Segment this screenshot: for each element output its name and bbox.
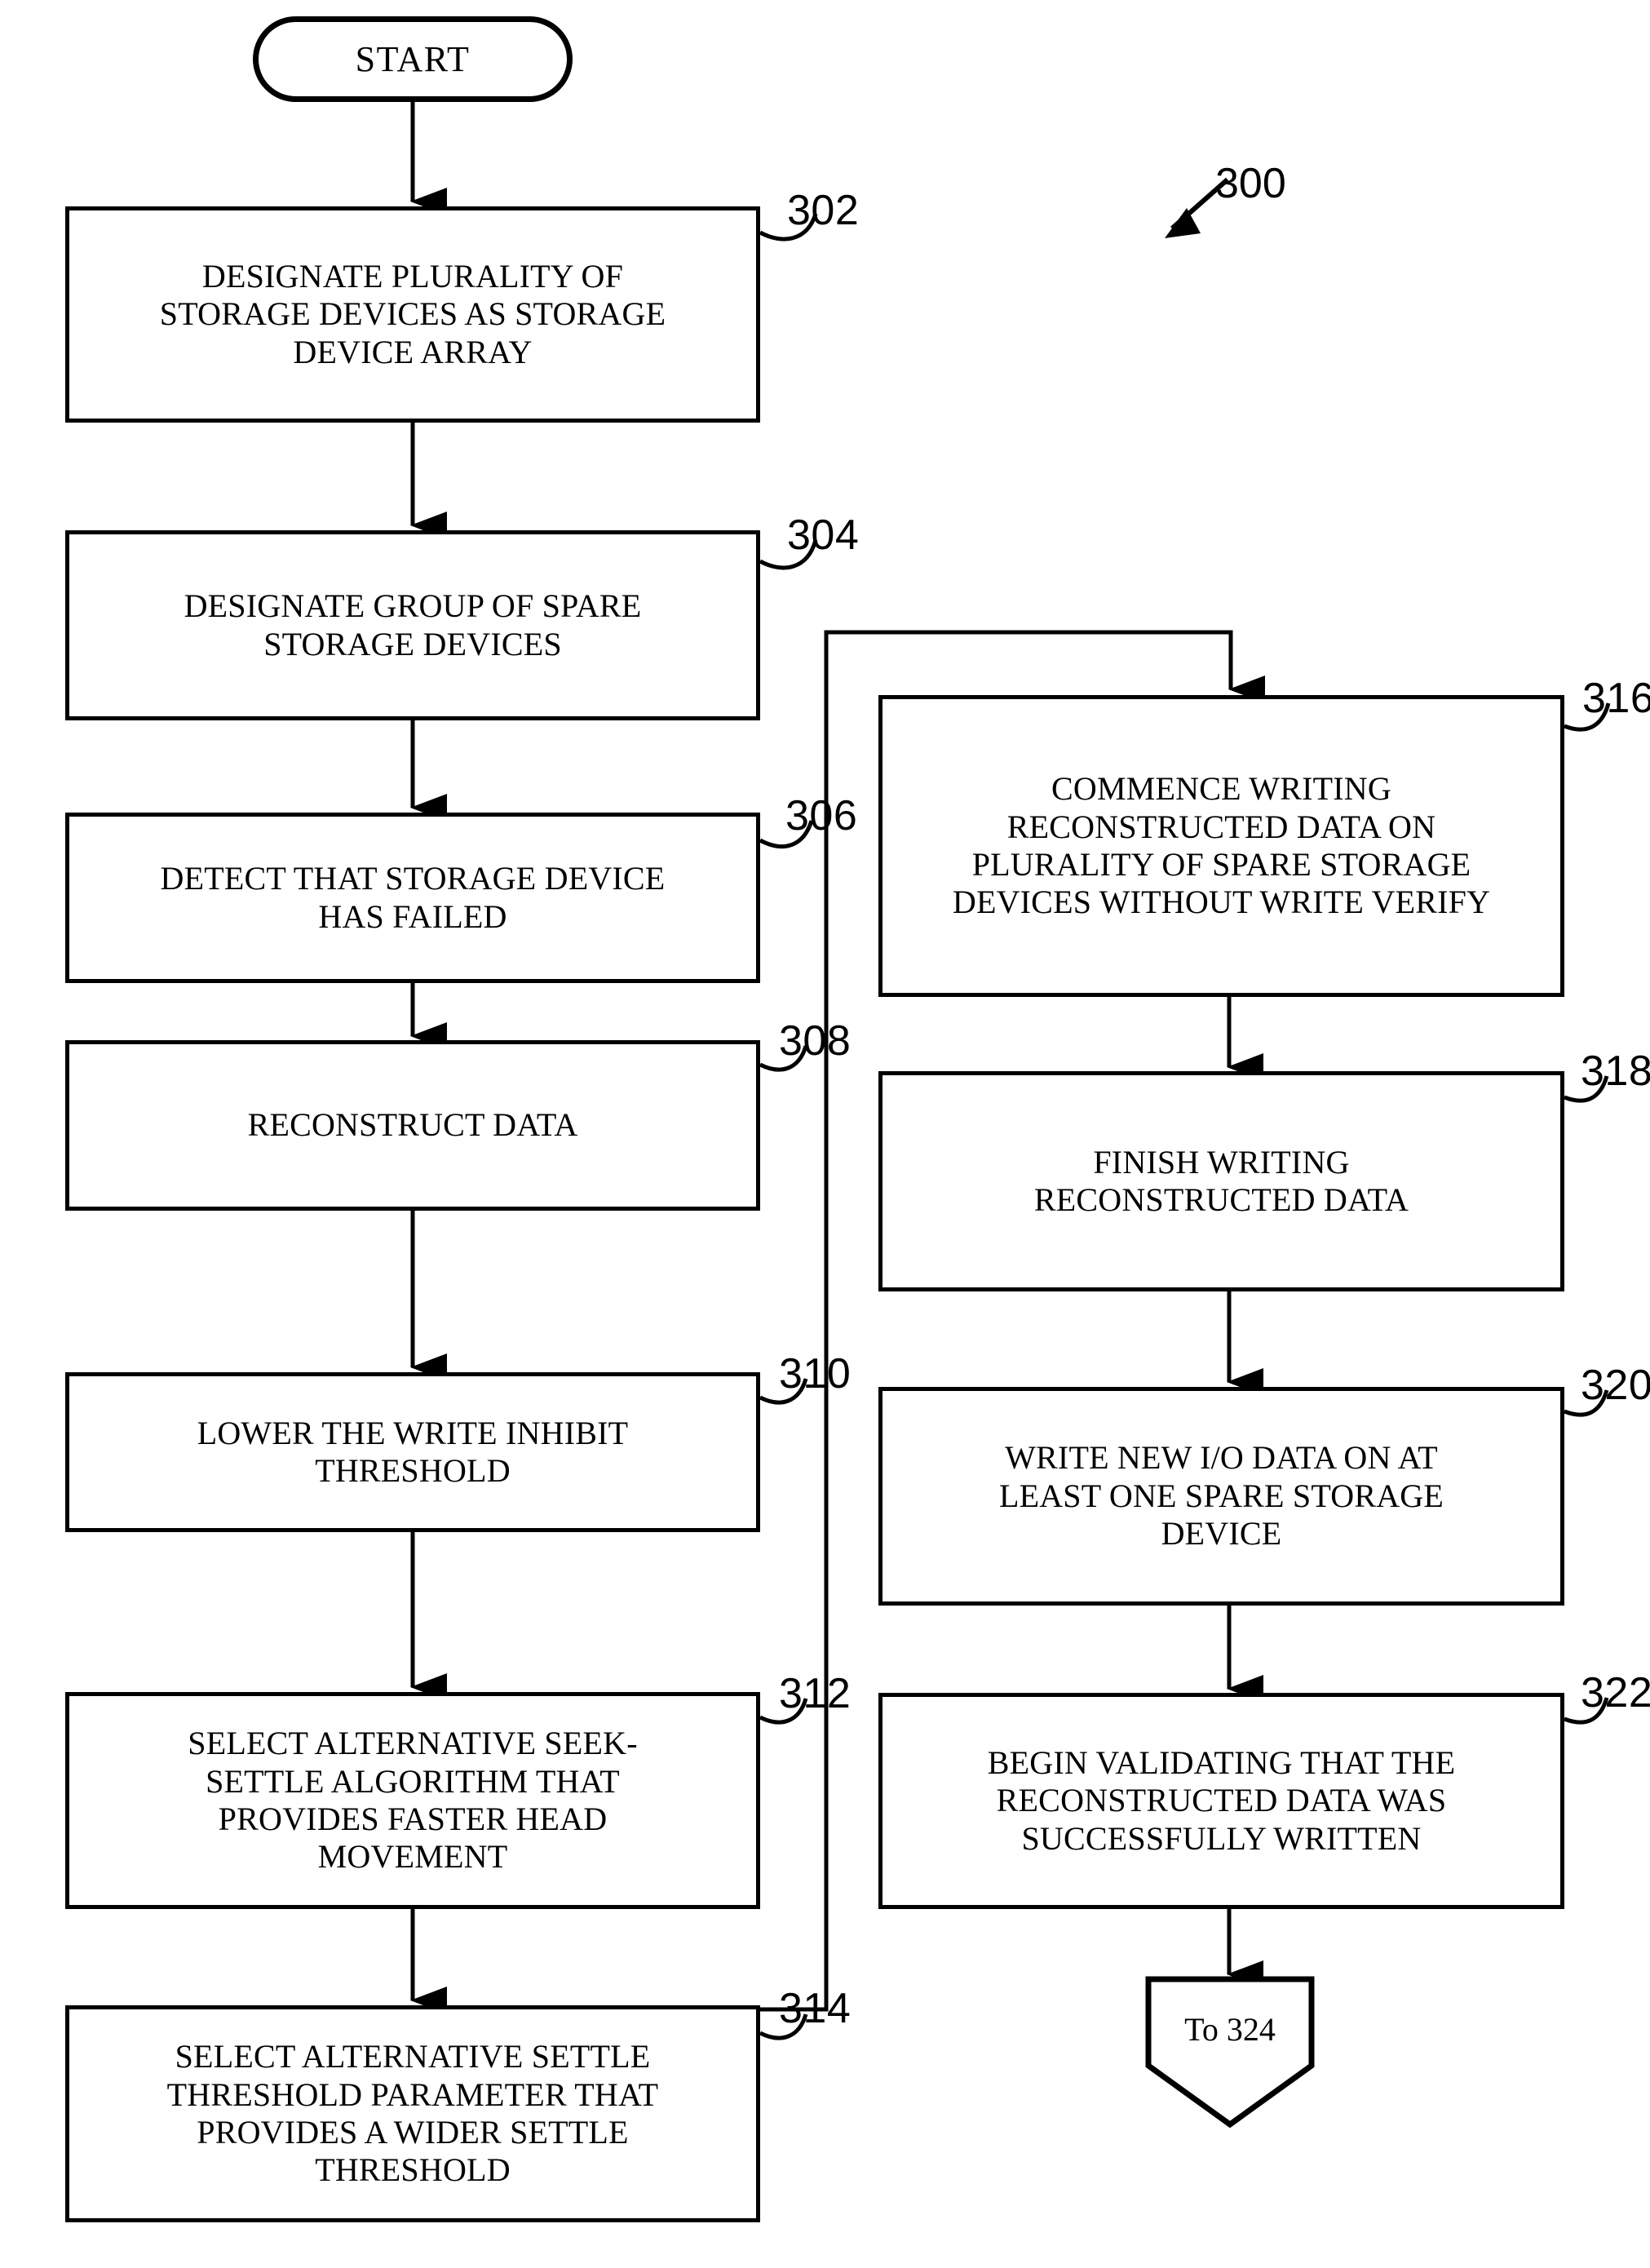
node-312: SELECT ALTERNATIVE SEEK- SETTLE ALGORITH… bbox=[65, 1692, 760, 1909]
node-308: RECONSTRUCT DATA bbox=[65, 1040, 760, 1211]
refnum-322: 322 bbox=[1581, 1669, 1650, 1717]
node-310-label: LOWER THE WRITE INHIBIT THRESHOLD bbox=[197, 1414, 629, 1489]
refnum-306: 306 bbox=[785, 792, 858, 839]
refnum-312: 312 bbox=[779, 1670, 852, 1717]
node-306-label: DETECT THAT STORAGE DEVICE HAS FAILED bbox=[160, 860, 666, 935]
node-318-label: FINISH WRITING RECONSTRUCTED DATA bbox=[1033, 1143, 1409, 1218]
node-310: LOWER THE WRITE INHIBIT THRESHOLD bbox=[65, 1372, 760, 1532]
node-320-label: WRITE NEW I/O DATA ON AT LEAST ONE SPARE… bbox=[998, 1439, 1444, 1553]
node-302-label: DESIGNATE PLURALITY OF STORAGE DEVICES A… bbox=[159, 257, 666, 370]
refnum-316: 316 bbox=[1582, 675, 1650, 722]
node-306: DETECT THAT STORAGE DEVICE HAS FAILED bbox=[65, 813, 760, 983]
node-start-label: START bbox=[355, 38, 471, 79]
node-322: BEGIN VALIDATING THAT THE RECONSTRUCTED … bbox=[878, 1693, 1564, 1909]
node-314: SELECT ALTERNATIVE SETTLE THRESHOLD PARA… bbox=[65, 2005, 760, 2222]
node-start: START bbox=[253, 16, 573, 102]
node-308-label: RECONSTRUCT DATA bbox=[247, 1106, 578, 1144]
refnum-302: 302 bbox=[787, 187, 860, 234]
node-304-label: DESIGNATE GROUP OF SPARE STORAGE DEVICES bbox=[184, 587, 642, 662]
refnum-314: 314 bbox=[779, 1985, 852, 2032]
node-316: COMMENCE WRITING RECONSTRUCTED DATA ON P… bbox=[878, 695, 1564, 997]
refnum-310: 310 bbox=[779, 1350, 852, 1398]
node-304: DESIGNATE GROUP OF SPARE STORAGE DEVICES bbox=[65, 530, 760, 720]
refnum-318: 318 bbox=[1581, 1048, 1650, 1095]
node-322-label: BEGIN VALIDATING THAT THE RECONSTRUCTED … bbox=[987, 1743, 1456, 1857]
offpage-shape bbox=[1145, 1976, 1315, 2128]
node-320: WRITE NEW I/O DATA ON AT LEAST ONE SPARE… bbox=[878, 1387, 1564, 1606]
figure-reference-number: 300 bbox=[1215, 160, 1286, 207]
node-314-label: SELECT ALTERNATIVE SETTLE THRESHOLD PARA… bbox=[166, 2038, 659, 2189]
refnum-320: 320 bbox=[1581, 1362, 1650, 1409]
node-316-label: COMMENCE WRITING RECONSTRUCTED DATA ON P… bbox=[952, 770, 1491, 921]
node-offpage-324-label: To 324 bbox=[1184, 2011, 1276, 2048]
node-318: FINISH WRITING RECONSTRUCTED DATA bbox=[878, 1071, 1564, 1291]
node-offpage-324: To 324 bbox=[1143, 1974, 1316, 2129]
refnum-304: 304 bbox=[787, 512, 860, 559]
node-302: DESIGNATE PLURALITY OF STORAGE DEVICES A… bbox=[65, 206, 760, 423]
refnum-308: 308 bbox=[779, 1017, 852, 1065]
node-312-label: SELECT ALTERNATIVE SEEK- SETTLE ALGORITH… bbox=[188, 1725, 638, 1876]
patent-flowchart-figure: START DESIGNATE PLURALITY OF STORAGE DEV… bbox=[0, 0, 1650, 2268]
